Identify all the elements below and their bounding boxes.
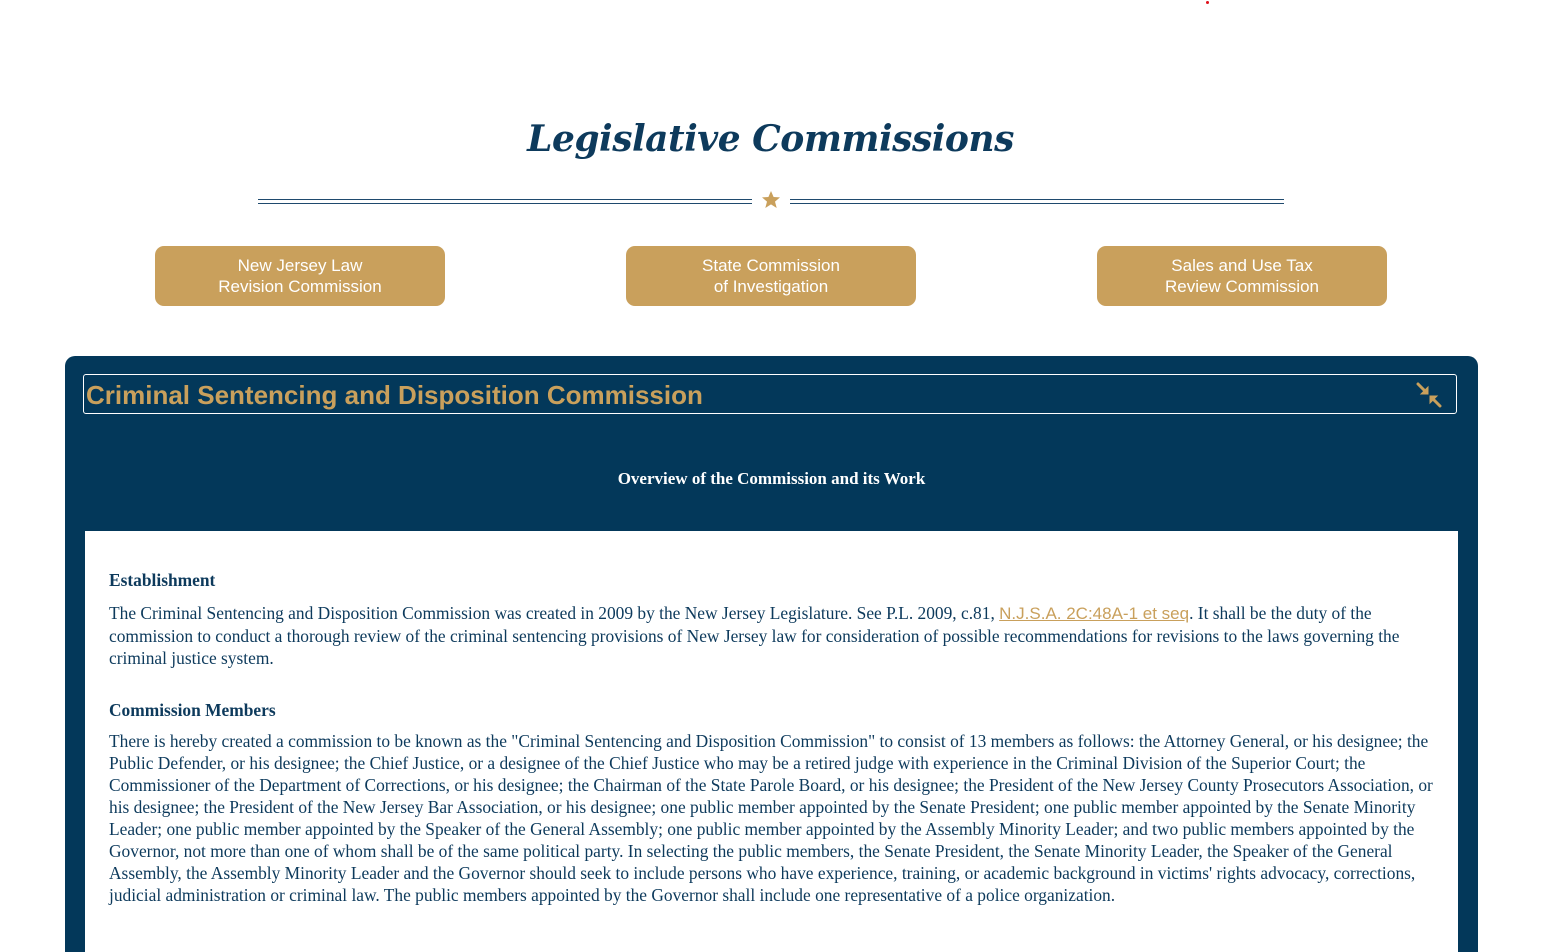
section-title-establishment: Establishment	[109, 570, 216, 590]
state-commission-investigation-button[interactable]: State Commission of Investigation	[626, 246, 916, 306]
button-label-line1: Sales and Use Tax	[1171, 256, 1313, 275]
button-label-line1: New Jersey Law	[237, 256, 363, 275]
button-label-line2: Revision Commission	[218, 277, 382, 296]
establishment-text-before: The Criminal Sentencing and Disposition …	[109, 603, 1000, 623]
section-title-members: Commission Members	[109, 700, 276, 720]
indicator-dot	[1206, 1, 1209, 4]
panel-content: Establishment The Criminal Sentencing an…	[85, 531, 1458, 952]
panel-heading: Criminal Sentencing and Disposition Comm…	[86, 380, 703, 410]
divider-line-right	[790, 199, 1284, 204]
commission-panel: Criminal Sentencing and Disposition Comm…	[65, 356, 1478, 952]
establishment-paragraph: The Criminal Sentencing and Disposition …	[109, 602, 1439, 669]
sales-use-tax-commission-button[interactable]: Sales and Use Tax Review Commission	[1097, 246, 1387, 306]
nj-law-revision-commission-button[interactable]: New Jersey Law Revision Commission	[155, 246, 445, 306]
page: Legislative Commissions New Jersey Law R…	[0, 0, 1561, 952]
collapse-arrows-icon[interactable]	[1416, 382, 1442, 408]
button-label-line1: State Commission	[702, 256, 840, 275]
divider-line-left	[258, 199, 752, 204]
page-title: Legislative Commissions	[527, 118, 1014, 160]
title-divider	[258, 190, 1284, 212]
members-paragraph: There is hereby created a commission to …	[109, 731, 1433, 905]
button-label-line2: of Investigation	[713, 277, 829, 296]
statute-link[interactable]: N.J.S.A. 2C:48A-1 et seq	[999, 604, 1189, 623]
overview-heading: Overview of the Commission and its Work	[617, 469, 926, 488]
button-label-line2: Review Commission	[1165, 277, 1319, 296]
panel-header[interactable]: Criminal Sentencing and Disposition Comm…	[83, 374, 1457, 414]
star-icon	[762, 191, 780, 208]
